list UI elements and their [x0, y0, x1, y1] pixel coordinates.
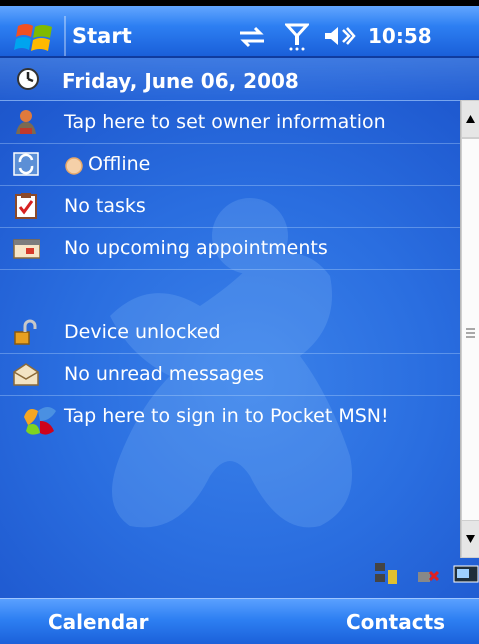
calendar-icon [13, 239, 40, 259]
owner-info-label: Tap here to set owner information [64, 111, 386, 133]
msn-icon [24, 407, 56, 435]
device-lock-label: Device unlocked [64, 321, 221, 343]
tasks-row[interactable]: No tasks [0, 185, 460, 228]
messages-label: No unread messages [64, 363, 265, 385]
calendar-softkey[interactable]: Calendar [48, 610, 149, 634]
start-menu-button[interactable]: Start [72, 24, 132, 48]
contacts-softkey[interactable]: Contacts [346, 610, 445, 634]
scroll-down-button[interactable] [461, 520, 479, 558]
grip-icon [466, 328, 475, 338]
date-row[interactable]: Friday, June 06, 2008 [0, 58, 479, 101]
appointments-label: No upcoming appointments [64, 237, 328, 259]
arrow-up-icon [466, 115, 475, 123]
no-connection-icon[interactable] [414, 560, 442, 588]
softkey-bar: Calendar Contacts [0, 598, 479, 644]
windows-logo-icon[interactable] [14, 20, 56, 56]
title-separator [64, 16, 66, 56]
appointments-row[interactable]: No upcoming appointments [0, 227, 460, 270]
arrow-down-icon [466, 535, 475, 543]
msn-label: Tap here to sign in to Pocket MSN! [64, 405, 389, 427]
date-label: Friday, June 06, 2008 [62, 69, 299, 93]
network-icon[interactable] [372, 560, 400, 588]
lock-icon [14, 319, 37, 345]
owner-info-row[interactable]: Tap here to set owner information [0, 101, 460, 144]
clock-icon [17, 68, 39, 90]
clock[interactable]: 10:58 [368, 24, 432, 48]
device-lock-row[interactable]: Device unlocked [0, 311, 460, 354]
sync-icon [13, 152, 39, 176]
mail-icon [13, 363, 39, 386]
volume-icon[interactable] [323, 24, 357, 48]
connectivity-icon[interactable] [238, 26, 266, 48]
sync-row[interactable]: Offline [0, 143, 460, 186]
messages-row[interactable]: No unread messages [0, 353, 460, 396]
offline-label: Offline [88, 153, 151, 175]
signal-icon[interactable] [285, 22, 309, 52]
msn-row[interactable]: Tap here to sign in to Pocket MSN! [0, 395, 460, 437]
vertical-scrollbar[interactable] [460, 100, 479, 558]
title-bar: Start 10:58 [0, 6, 479, 58]
scroll-up-button[interactable] [461, 100, 479, 138]
offline-status-icon [65, 157, 83, 175]
today-screen: Start 10:58 Friday, June 06, 2008 Tap he… [0, 0, 479, 644]
tasks-label: No tasks [64, 195, 146, 217]
tasks-icon [15, 193, 37, 219]
owner-icon [16, 110, 36, 134]
keyboard-icon[interactable] [452, 560, 479, 588]
scroll-thumb[interactable] [461, 138, 479, 550]
